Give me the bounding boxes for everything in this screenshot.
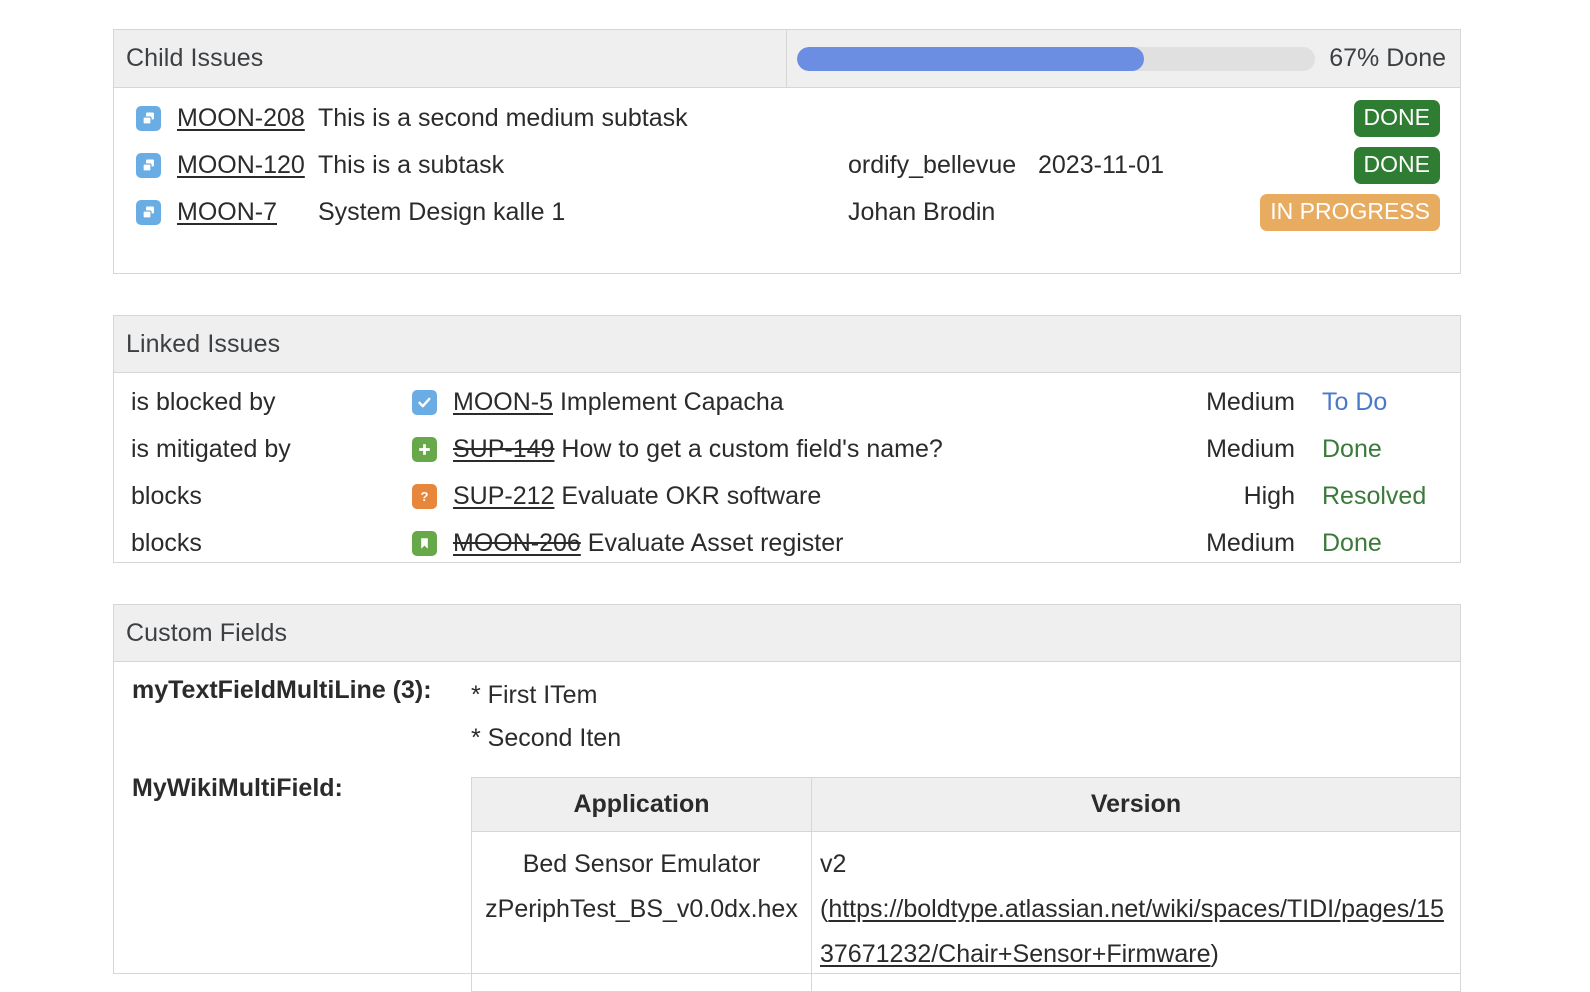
progress-bar-track bbox=[797, 46, 1316, 71]
progress-label: 67% Done bbox=[1329, 44, 1446, 72]
custom-fields-panel: Custom Fields myTextFieldMultiLine (3): … bbox=[113, 604, 1461, 992]
linked-issue-body: MOON-206 Evaluate Asset register bbox=[453, 529, 1135, 558]
child-issues-title-cell: Child Issues bbox=[114, 30, 787, 87]
story-bookmark-icon bbox=[412, 531, 437, 556]
child-issue-status-cell: DONE bbox=[1228, 100, 1460, 137]
link-type-label: blocks bbox=[131, 529, 202, 557]
child-issues-progress-cell: 67% Done bbox=[787, 30, 1460, 87]
linked-issue-key-link[interactable]: MOON-206 bbox=[453, 529, 581, 557]
wiki-table: Application Version Bed Sensor Emulator … bbox=[471, 777, 1461, 992]
child-issues-panel: Child Issues 67% Done MOON-208 This is a… bbox=[113, 29, 1461, 274]
child-issues-list: MOON-208 This is a second medium subtask… bbox=[114, 88, 1460, 236]
child-issue-key-link[interactable]: MOON-208 bbox=[177, 104, 305, 132]
linked-issues-list: is blocked by MOON-5 Implement Capacha M… bbox=[114, 373, 1460, 567]
link-type-label: is blocked by bbox=[131, 388, 276, 416]
version-url-link[interactable]: https://boldtype.atlassian.net/wiki/spac… bbox=[820, 895, 1444, 968]
link-icon-cell bbox=[412, 437, 437, 462]
table-row[interactable]: is blocked by MOON-5 Implement Capacha M… bbox=[114, 379, 1460, 426]
link-type-label: is mitigated by bbox=[131, 435, 291, 463]
linked-issue-key-link[interactable]: SUP-212 bbox=[453, 482, 554, 510]
linked-issue-status: Done bbox=[1322, 435, 1382, 463]
progress-bar-fill bbox=[797, 46, 1145, 71]
linked-issue-priority: Medium bbox=[1206, 435, 1295, 463]
linked-issues-title: Linked Issues bbox=[126, 329, 281, 358]
custom-field-value: Application Version Bed Sensor Emulator … bbox=[471, 760, 1461, 992]
link-icon-cell: ? bbox=[412, 484, 437, 509]
status-badge: IN PROGRESS bbox=[1260, 194, 1440, 231]
table-row[interactable]: blocks MOON-206 Evaluate Asset register … bbox=[114, 520, 1460, 567]
child-issue-date: 2023-11-01 bbox=[1038, 151, 1165, 179]
linked-issue-status: Resolved bbox=[1322, 482, 1427, 510]
linked-issue-summary: How to get a custom field's name? bbox=[561, 435, 943, 463]
improvement-plus-icon bbox=[412, 437, 437, 462]
task-check-icon bbox=[412, 390, 437, 415]
child-issues-title: Child Issues bbox=[126, 44, 264, 72]
wiki-cell-version: v2 (https://boldtype.atlassian.net/wiki/… bbox=[811, 831, 1461, 992]
linked-issue-status: Done bbox=[1322, 529, 1382, 557]
subtask-icon bbox=[136, 200, 161, 225]
subtask-icon bbox=[136, 153, 161, 178]
linked-issue-status: To Do bbox=[1322, 388, 1388, 416]
wiki-table-column-header: Application bbox=[471, 777, 812, 832]
custom-fields-title: Custom Fields bbox=[126, 618, 288, 647]
table-row[interactable]: MOON-208 This is a second medium subtask… bbox=[114, 95, 1460, 142]
custom-field-text-line: * First ITem bbox=[471, 681, 598, 709]
link-icon-cell bbox=[412, 531, 437, 556]
custom-field-text-row: myTextFieldMultiLine (3): * First ITem *… bbox=[114, 662, 1460, 760]
linked-issues-panel: Linked Issues is blocked by MOON-5 Imple… bbox=[113, 315, 1461, 563]
linked-issue-key-link[interactable]: MOON-5 bbox=[453, 388, 553, 416]
link-icon-cell bbox=[412, 390, 437, 415]
svg-text:?: ? bbox=[421, 489, 429, 504]
wiki-cell-application: Bed Sensor Emulator zPeriphTest_BS_v0.0d… bbox=[471, 831, 812, 992]
wiki-table-header-row: Application Version bbox=[471, 777, 1461, 832]
linked-issue-body: MOON-5 Implement Capacha bbox=[453, 388, 1135, 417]
child-issue-status-cell: DONE bbox=[1228, 147, 1460, 184]
linked-issue-priority: Medium bbox=[1206, 388, 1295, 416]
custom-field-label: myTextFieldMultiLine (3): bbox=[132, 676, 432, 704]
custom-field-value: * First ITem * Second Iten bbox=[471, 662, 1460, 760]
child-issue-key[interactable]: MOON-208 bbox=[177, 104, 318, 133]
child-issue-key[interactable]: MOON-7 bbox=[177, 198, 318, 227]
version-prefix: v2 bbox=[820, 850, 847, 878]
child-issue-key[interactable]: MOON-120 bbox=[177, 151, 318, 180]
link-type-label: blocks bbox=[131, 482, 202, 510]
linked-issue-priority: Medium bbox=[1206, 529, 1295, 557]
child-issue-key-link[interactable]: MOON-7 bbox=[177, 198, 277, 226]
linked-issue-body: SUP-149 How to get a custom field's name… bbox=[453, 435, 1135, 464]
page-root: Child Issues 67% Done MOON-208 This is a… bbox=[0, 0, 1590, 992]
linked-issue-priority: High bbox=[1243, 482, 1295, 510]
child-issue-summary: This is a second medium subtask bbox=[318, 104, 688, 132]
linked-issue-body: SUP-212 Evaluate OKR software bbox=[453, 482, 1135, 511]
table-row[interactable]: blocks ? SUP-212 Evaluate OKR software H… bbox=[114, 473, 1460, 520]
version-close-paren: ) bbox=[1210, 940, 1219, 968]
linked-issues-header: Linked Issues bbox=[114, 316, 1460, 373]
application-name-line2: zPeriphTest_BS_v0.0dx.hex bbox=[485, 895, 798, 923]
subtask-icon bbox=[136, 106, 161, 131]
custom-field-wiki-row: MyWikiMultiField: Application Version Be… bbox=[114, 760, 1461, 992]
child-issue-summary: This is a subtask bbox=[318, 151, 505, 179]
child-issue-key-link[interactable]: MOON-120 bbox=[177, 151, 305, 179]
status-badge: DONE bbox=[1353, 147, 1440, 184]
custom-fields-body: myTextFieldMultiLine (3): * First ITem *… bbox=[114, 662, 1461, 992]
child-issues-header: Child Issues 67% Done bbox=[114, 30, 1460, 88]
application-name-line1: Bed Sensor Emulator bbox=[522, 850, 761, 878]
status-badge: DONE bbox=[1353, 100, 1440, 137]
linked-issue-summary: Implement Capacha bbox=[559, 388, 784, 416]
child-issue-status-cell: IN PROGRESS bbox=[1228, 194, 1460, 231]
child-issue-assignee: Johan Brodin bbox=[848, 198, 996, 226]
question-mark-icon: ? bbox=[412, 484, 437, 509]
child-issue-summary: System Design kalle 1 bbox=[318, 198, 566, 226]
linked-issue-summary: Evaluate Asset register bbox=[587, 529, 844, 557]
table-row[interactable]: MOON-7 System Design kalle 1 Johan Brodi… bbox=[114, 189, 1460, 236]
table-row[interactable]: MOON-120 This is a subtask ordify_bellev… bbox=[114, 142, 1460, 189]
table-row: Bed Sensor Emulator zPeriphTest_BS_v0.0d… bbox=[471, 831, 1461, 992]
linked-issue-summary: Evaluate OKR software bbox=[561, 482, 822, 510]
child-issue-assignee: ordify_bellevue bbox=[848, 151, 1017, 179]
custom-field-text-line: * Second Iten bbox=[471, 724, 622, 752]
custom-fields-header: Custom Fields bbox=[114, 605, 1460, 662]
custom-field-label: MyWikiMultiField: bbox=[132, 774, 343, 802]
wiki-table-column-header: Version bbox=[811, 777, 1461, 832]
table-row[interactable]: is mitigated by SUP-149 How to get a cus… bbox=[114, 426, 1460, 473]
linked-issue-key-link[interactable]: SUP-149 bbox=[453, 435, 554, 463]
